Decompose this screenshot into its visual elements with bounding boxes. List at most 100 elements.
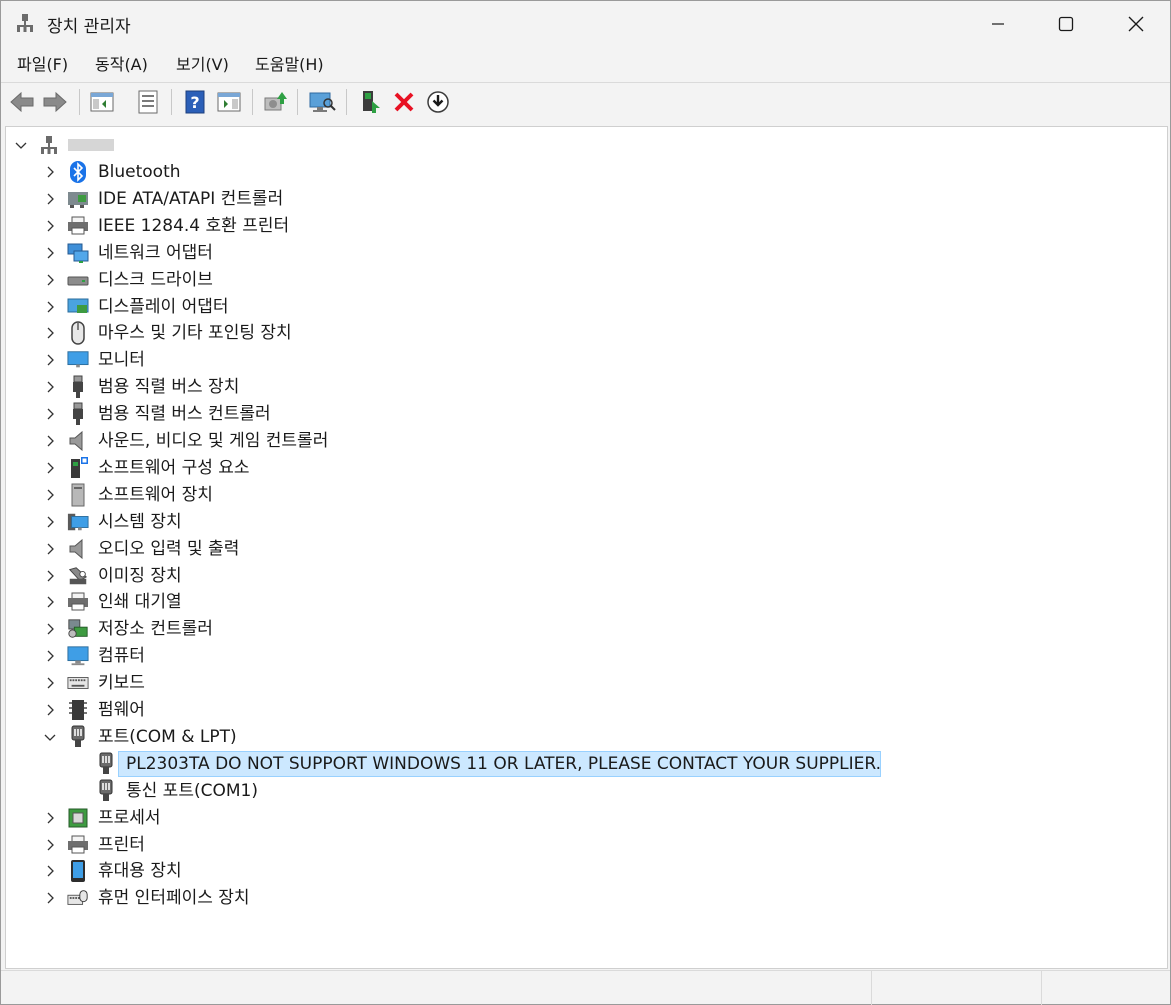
title-bar: 장치 관리자 xyxy=(1,1,1170,47)
usb-device-icon xyxy=(67,375,89,399)
minimize-button[interactable] xyxy=(963,1,1033,47)
scan-hardware-icon xyxy=(309,92,336,112)
chevron-right-icon[interactable] xyxy=(43,219,57,233)
storage-controller-icon xyxy=(67,618,89,640)
chevron-right-icon[interactable] xyxy=(43,622,57,636)
tree-root[interactable] xyxy=(6,132,406,159)
tree-category[interactable]: 포트(COM & LPT) xyxy=(6,724,1156,751)
camera-icon xyxy=(67,565,89,587)
tree-category[interactable]: 키보드 xyxy=(6,670,1156,697)
tree-category[interactable]: 펌웨어 xyxy=(6,697,1156,724)
tree-category[interactable]: Bluetooth xyxy=(6,159,1156,186)
tree-item-label: 인쇄 대기열 xyxy=(98,592,182,613)
status-segment xyxy=(1041,971,1170,1005)
tree-category[interactable]: 범용 직렬 버스 장치 xyxy=(6,374,1156,401)
chevron-right-icon[interactable] xyxy=(43,864,57,878)
tree-category[interactable]: 오디오 입력 및 출력 xyxy=(6,536,1156,563)
action-pane-button[interactable] xyxy=(215,88,243,116)
chevron-right-icon[interactable] xyxy=(43,891,57,905)
toolbar-separator xyxy=(346,89,347,115)
tree-category[interactable]: 휴먼 인터페이스 장치 xyxy=(6,885,1156,912)
tree-category[interactable]: 모니터 xyxy=(6,347,1156,374)
tree-item-label: 프로세서 xyxy=(98,807,161,828)
chevron-down-icon[interactable] xyxy=(14,138,28,152)
scan-hardware-button[interactable] xyxy=(308,88,336,116)
action-pane-icon xyxy=(217,92,241,112)
tree-category[interactable]: 저장소 컨트롤러 xyxy=(6,616,1156,643)
tree-device-item[interactable]: 통신 포트(COM1) xyxy=(6,778,1156,805)
chevron-right-icon[interactable] xyxy=(43,192,57,206)
keyboard-icon xyxy=(67,672,89,694)
tree-category[interactable]: IEEE 1284.4 호환 프린터 xyxy=(6,213,1156,240)
tree-category[interactable]: 프로세서 xyxy=(6,805,1156,832)
printer-icon xyxy=(67,834,89,856)
maximize-button[interactable] xyxy=(1031,1,1101,47)
tree-category[interactable]: IDE ATA/ATAPI 컨트롤러 xyxy=(6,186,1156,213)
chevron-right-icon[interactable] xyxy=(43,273,57,287)
uninstall-device-icon xyxy=(394,92,414,112)
audio-icon xyxy=(67,538,89,560)
tree-category[interactable]: 범용 직렬 버스 컨트롤러 xyxy=(6,401,1156,428)
back-button[interactable] xyxy=(8,88,36,116)
chevron-right-icon[interactable] xyxy=(43,380,57,394)
chevron-right-icon[interactable] xyxy=(43,649,57,663)
help-icon: ? xyxy=(185,90,205,114)
close-button[interactable] xyxy=(1101,1,1171,47)
chevron-right-icon[interactable] xyxy=(43,246,57,260)
chevron-right-icon[interactable] xyxy=(43,434,57,448)
toolbar-separator xyxy=(171,89,172,115)
show-hide-console-tree-button[interactable] xyxy=(88,88,116,116)
properties-button[interactable] xyxy=(134,88,162,116)
uninstall-device-button[interactable] xyxy=(390,88,418,116)
tree-category[interactable]: 소프트웨어 구성 요소 xyxy=(6,455,1156,482)
tree-item-label: Bluetooth xyxy=(98,162,181,182)
menu-file[interactable]: 파일(F) xyxy=(11,53,74,77)
tree-category[interactable]: 네트워크 어댑터 xyxy=(6,240,1156,267)
tree-item-label: PL2303TA DO NOT SUPPORT WINDOWS 11 OR LA… xyxy=(126,753,882,774)
print-queue-icon xyxy=(67,591,89,613)
chevron-right-icon[interactable] xyxy=(43,703,57,717)
tree-category[interactable]: 이미징 장치 xyxy=(6,563,1156,590)
chevron-right-icon[interactable] xyxy=(43,461,57,475)
update-driver-button[interactable] xyxy=(261,88,289,116)
chevron-right-icon[interactable] xyxy=(43,515,57,529)
tree-category[interactable]: 소프트웨어 장치 xyxy=(6,482,1156,509)
forward-button[interactable] xyxy=(41,88,69,116)
menu-view[interactable]: 보기(V) xyxy=(170,53,235,77)
tree-item-label: 휴먼 인터페이스 장치 xyxy=(98,888,250,909)
chevron-right-icon[interactable] xyxy=(43,811,57,825)
chevron-right-icon[interactable] xyxy=(43,165,57,179)
chevron-right-icon[interactable] xyxy=(43,326,57,340)
chevron-down-icon[interactable] xyxy=(43,730,57,744)
tree-category[interactable]: 컴퓨터 xyxy=(6,643,1156,670)
enable-device-button[interactable] xyxy=(357,88,385,116)
chevron-right-icon[interactable] xyxy=(43,300,57,314)
ide-controller-icon xyxy=(67,188,89,210)
chevron-right-icon[interactable] xyxy=(43,595,57,609)
chevron-right-icon[interactable] xyxy=(43,407,57,421)
menu-action[interactable]: 동작(A) xyxy=(89,53,154,77)
chevron-right-icon[interactable] xyxy=(43,569,57,583)
tree-category[interactable]: 인쇄 대기열 xyxy=(6,589,1156,616)
toolbar-separator xyxy=(297,89,298,115)
tree-category[interactable]: 프린터 xyxy=(6,832,1156,859)
device-tree: Bluetooth IDE ATA/ATAPI 컨트롤러 IEEE 1284.4 호… xyxy=(5,126,1168,969)
tree-category[interactable]: 사운드, 비디오 및 게임 컨트롤러 xyxy=(6,428,1156,455)
tree-item-label: 사운드, 비디오 및 게임 컨트롤러 xyxy=(98,431,329,451)
download-button[interactable] xyxy=(424,88,452,116)
tree-category[interactable]: 디스플레이 어댑터 xyxy=(6,294,1156,321)
tree-item-label: 디스크 드라이브 xyxy=(98,269,213,290)
tree-category[interactable]: 휴대용 장치 xyxy=(6,858,1156,885)
chevron-right-icon[interactable] xyxy=(43,488,57,502)
chevron-right-icon[interactable] xyxy=(43,676,57,690)
tree-category[interactable]: 시스템 장치 xyxy=(6,509,1156,536)
help-button[interactable]: ? xyxy=(181,88,209,116)
device-manager-window: 장치 관리자 파일(F) 동작(A) 보기(V) 도움말(H) ? Blueto… xyxy=(0,0,1171,1005)
tree-category[interactable]: 디스크 드라이브 xyxy=(6,267,1156,294)
tree-device-item[interactable]: PL2303TA DO NOT SUPPORT WINDOWS 11 OR LA… xyxy=(6,750,1156,778)
menu-help[interactable]: 도움말(H) xyxy=(249,53,330,77)
chevron-right-icon[interactable] xyxy=(43,353,57,367)
chevron-right-icon[interactable] xyxy=(43,542,57,556)
tree-category[interactable]: 마우스 및 기타 포인팅 장치 xyxy=(6,320,1156,347)
chevron-right-icon[interactable] xyxy=(43,838,57,852)
